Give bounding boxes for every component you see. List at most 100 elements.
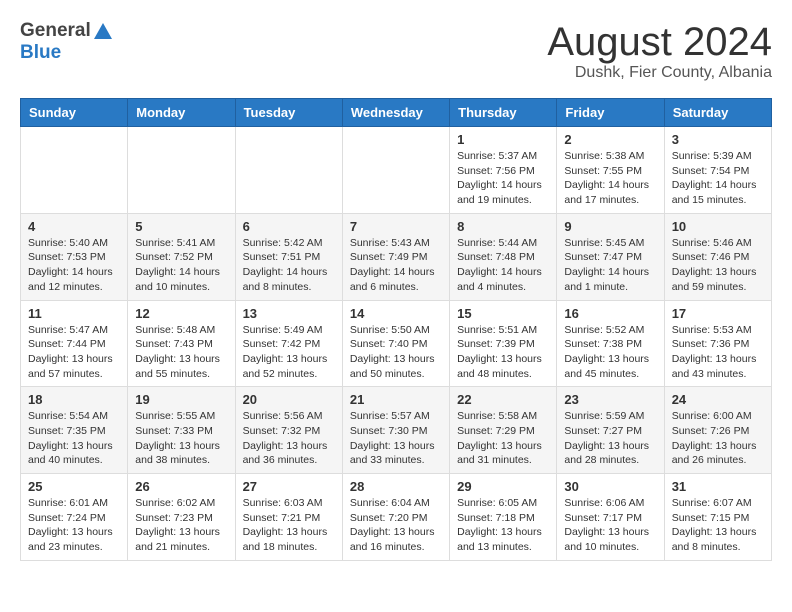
calendar-day-cell: 13 Sunrise: 5:49 AM Sunset: 7:42 PM Dayli… (235, 300, 342, 387)
day-number: 19 (135, 392, 227, 407)
day-info: Sunrise: 5:51 AM Sunset: 7:39 PM Dayligh… (457, 323, 549, 382)
day-info: Sunrise: 5:54 AM Sunset: 7:35 PM Dayligh… (28, 409, 120, 468)
calendar-day-cell: 5 Sunrise: 5:41 AM Sunset: 7:52 PM Daylig… (128, 213, 235, 300)
calendar-day-cell: 8Sunrise: 5:44 AM Sunset: 7:48 PM Daylig… (450, 213, 557, 300)
calendar-day-cell: 18 Sunrise: 5:54 AM Sunset: 7:35 PM Dayli… (21, 387, 128, 474)
day-info: Sunrise: 5:39 AM Sunset: 7:54 PM Dayligh… (672, 149, 764, 208)
day-info: Sunrise: 5:42 AM Sunset: 7:51 PM Dayligh… (243, 236, 335, 295)
day-info: Sunrise: 5:55 AM Sunset: 7:33 PM Dayligh… (135, 409, 227, 468)
day-info: Sunrise: 5:43 AM Sunset: 7:49 PM Dayligh… (350, 236, 442, 295)
day-info: Sunrise: 6:02 AM Sunset: 7:23 PM Dayligh… (135, 496, 227, 555)
calendar-day-cell: 6Sunrise: 5:42 AM Sunset: 7:51 PM Daylig… (235, 213, 342, 300)
day-number: 13 (243, 306, 335, 321)
day-info: Sunrise: 5:47 AM Sunset: 7:44 PM Dayligh… (28, 323, 120, 382)
day-info: Sunrise: 5:50 AM Sunset: 7:40 PM Dayligh… (350, 323, 442, 382)
day-info: Sunrise: 5:45 AM Sunset: 7:47 PM Dayligh… (564, 236, 656, 295)
logo-blue: Blue (20, 42, 61, 63)
day-number: 5 (135, 219, 227, 234)
day-info: Sunrise: 6:06 AM Sunset: 7:17 PM Dayligh… (564, 496, 656, 555)
calendar-table: SundayMondayTuesdayWednesdayThursdayFrid… (20, 98, 772, 561)
calendar-day-cell: 31Sunrise: 6:07 AM Sunset: 7:15 PM Dayli… (664, 474, 771, 561)
day-number: 12 (135, 306, 227, 321)
calendar-day-cell: 9 Sunrise: 5:45 AM Sunset: 7:47 PM Daylig… (557, 213, 664, 300)
calendar-day-cell: 17 Sunrise: 5:53 AM Sunset: 7:36 PM Dayli… (664, 300, 771, 387)
day-of-week-header: Saturday (664, 99, 771, 127)
title-block: August 2024 Dushk, Fier County, Albania (547, 20, 772, 82)
day-number: 30 (564, 479, 656, 494)
day-of-week-header: Tuesday (235, 99, 342, 127)
calendar-day-cell: 11Sunrise: 5:47 AM Sunset: 7:44 PM Dayli… (21, 300, 128, 387)
day-number: 4 (28, 219, 120, 234)
calendar-day-cell: 1 Sunrise: 5:37 AM Sunset: 7:56 PM Daylig… (450, 127, 557, 214)
day-info: Sunrise: 5:41 AM Sunset: 7:52 PM Dayligh… (135, 236, 227, 295)
calendar-day-cell: 22 Sunrise: 5:58 AM Sunset: 7:29 PM Dayli… (450, 387, 557, 474)
day-number: 15 (457, 306, 549, 321)
calendar-day-cell: 16Sunrise: 5:52 AM Sunset: 7:38 PM Dayli… (557, 300, 664, 387)
calendar-day-cell: 3 Sunrise: 5:39 AM Sunset: 7:54 PM Daylig… (664, 127, 771, 214)
day-of-week-header: Sunday (21, 99, 128, 127)
day-number: 1 (457, 132, 549, 147)
location-title: Dushk, Fier County, Albania (547, 64, 772, 82)
day-number: 21 (350, 392, 442, 407)
page-header: General Blue August 2024 Dushk, Fier Cou… (20, 20, 772, 82)
day-number: 10 (672, 219, 764, 234)
day-info: Sunrise: 5:49 AM Sunset: 7:42 PM Dayligh… (243, 323, 335, 382)
calendar-day-cell: 30 Sunrise: 6:06 AM Sunset: 7:17 PM Dayli… (557, 474, 664, 561)
day-number: 9 (564, 219, 656, 234)
day-info: Sunrise: 5:37 AM Sunset: 7:56 PM Dayligh… (457, 149, 549, 208)
calendar-week-row: 18 Sunrise: 5:54 AM Sunset: 7:35 PM Dayli… (21, 387, 772, 474)
day-number: 2 (564, 132, 656, 147)
day-info: Sunrise: 6:01 AM Sunset: 7:24 PM Dayligh… (28, 496, 120, 555)
calendar-day-cell: 24 Sunrise: 6:00 AM Sunset: 7:26 PM Dayli… (664, 387, 771, 474)
calendar-day-cell (21, 127, 128, 214)
day-number: 28 (350, 479, 442, 494)
calendar-day-cell (128, 127, 235, 214)
day-number: 25 (28, 479, 120, 494)
calendar-week-row: 25 Sunrise: 6:01 AM Sunset: 7:24 PM Dayli… (21, 474, 772, 561)
calendar-day-cell: 7 Sunrise: 5:43 AM Sunset: 7:49 PM Daylig… (342, 213, 449, 300)
calendar-day-cell: 2Sunrise: 5:38 AM Sunset: 7:55 PM Daylig… (557, 127, 664, 214)
day-number: 16 (564, 306, 656, 321)
calendar-day-cell: 12Sunrise: 5:48 AM Sunset: 7:43 PM Dayli… (128, 300, 235, 387)
day-number: 24 (672, 392, 764, 407)
day-info: Sunrise: 6:05 AM Sunset: 7:18 PM Dayligh… (457, 496, 549, 555)
day-number: 3 (672, 132, 764, 147)
day-info: Sunrise: 5:58 AM Sunset: 7:29 PM Dayligh… (457, 409, 549, 468)
day-of-week-header: Friday (557, 99, 664, 127)
calendar-day-cell: 26Sunrise: 6:02 AM Sunset: 7:23 PM Dayli… (128, 474, 235, 561)
day-number: 18 (28, 392, 120, 407)
calendar-day-cell: 10 Sunrise: 5:46 AM Sunset: 7:46 PM Dayli… (664, 213, 771, 300)
day-info: Sunrise: 5:57 AM Sunset: 7:30 PM Dayligh… (350, 409, 442, 468)
calendar-day-cell: 19 Sunrise: 5:55 AM Sunset: 7:33 PM Dayli… (128, 387, 235, 474)
calendar-week-row: 1 Sunrise: 5:37 AM Sunset: 7:56 PM Daylig… (21, 127, 772, 214)
month-title: August 2024 (547, 20, 772, 64)
day-number: 14 (350, 306, 442, 321)
calendar-day-cell: 28Sunrise: 6:04 AM Sunset: 7:20 PM Dayli… (342, 474, 449, 561)
day-number: 27 (243, 479, 335, 494)
day-info: Sunrise: 6:00 AM Sunset: 7:26 PM Dayligh… (672, 409, 764, 468)
day-number: 17 (672, 306, 764, 321)
calendar-day-cell (235, 127, 342, 214)
day-number: 7 (350, 219, 442, 234)
day-info: Sunrise: 6:03 AM Sunset: 7:21 PM Dayligh… (243, 496, 335, 555)
day-of-week-header: Wednesday (342, 99, 449, 127)
day-info: Sunrise: 5:44 AM Sunset: 7:48 PM Dayligh… (457, 236, 549, 295)
calendar-week-row: 4 Sunrise: 5:40 AM Sunset: 7:53 PM Daylig… (21, 213, 772, 300)
day-number: 20 (243, 392, 335, 407)
calendar-day-cell: 23 Sunrise: 5:59 AM Sunset: 7:27 PM Dayli… (557, 387, 664, 474)
day-info: Sunrise: 6:07 AM Sunset: 7:15 PM Dayligh… (672, 496, 764, 555)
day-number: 23 (564, 392, 656, 407)
calendar-day-cell: 25 Sunrise: 6:01 AM Sunset: 7:24 PM Dayli… (21, 474, 128, 561)
day-info: Sunrise: 5:53 AM Sunset: 7:36 PM Dayligh… (672, 323, 764, 382)
day-of-week-header: Thursday (450, 99, 557, 127)
day-info: Sunrise: 5:40 AM Sunset: 7:53 PM Dayligh… (28, 236, 120, 295)
calendar-day-cell: 15 Sunrise: 5:51 AM Sunset: 7:39 PM Dayli… (450, 300, 557, 387)
calendar-day-cell: 29Sunrise: 6:05 AM Sunset: 7:18 PM Dayli… (450, 474, 557, 561)
day-info: Sunrise: 5:59 AM Sunset: 7:27 PM Dayligh… (564, 409, 656, 468)
day-info: Sunrise: 5:46 AM Sunset: 7:46 PM Dayligh… (672, 236, 764, 295)
day-number: 22 (457, 392, 549, 407)
calendar-week-row: 11Sunrise: 5:47 AM Sunset: 7:44 PM Dayli… (21, 300, 772, 387)
calendar-day-cell: 27 Sunrise: 6:03 AM Sunset: 7:21 PM Dayli… (235, 474, 342, 561)
day-of-week-header: Monday (128, 99, 235, 127)
calendar-day-cell: 20Sunrise: 5:56 AM Sunset: 7:32 PM Dayli… (235, 387, 342, 474)
